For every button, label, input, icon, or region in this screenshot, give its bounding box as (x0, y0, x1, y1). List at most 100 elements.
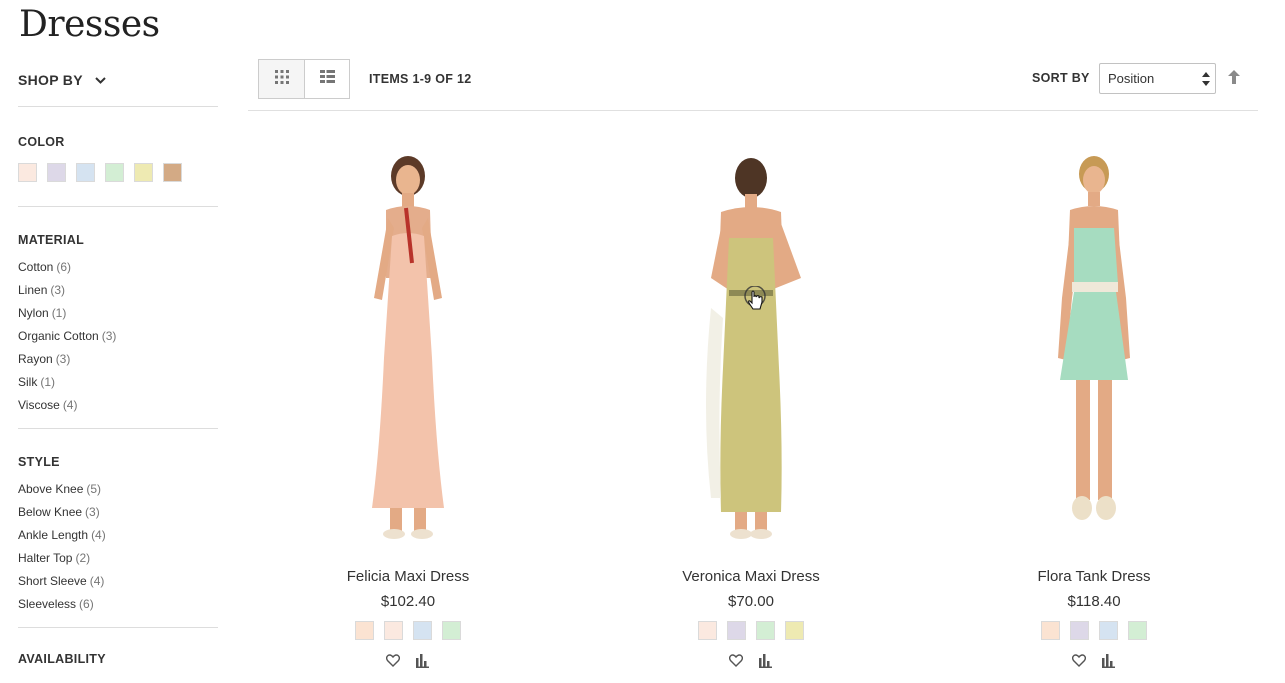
product-color-swatch[interactable] (1099, 621, 1118, 640)
filter-option-label: Organic Cotton (18, 329, 99, 343)
list-icon (319, 70, 335, 88)
color-swatch[interactable] (47, 163, 66, 182)
product-color-swatch[interactable] (1128, 621, 1147, 640)
product-color-swatch[interactable] (384, 621, 403, 640)
arrow-up-icon (1228, 69, 1240, 89)
filter-option[interactable]: Halter Top (2) (18, 547, 218, 570)
filter-title-style: STYLE (18, 455, 60, 469)
material-list: Cotton (6) Linen (3) Nylon (1) Organic Cotton(… (18, 256, 218, 417)
filter-option[interactable]: Linen (3) (18, 279, 218, 302)
color-swatch[interactable] (105, 163, 124, 182)
product-image[interactable] (944, 148, 1244, 548)
sort-by-select[interactable]: Position (1099, 63, 1216, 94)
product-color-swatch[interactable] (1041, 621, 1060, 640)
filter-option-count: (2) (75, 551, 91, 565)
bar-chart-icon[interactable] (1102, 654, 1116, 668)
filter-option-label: Silk (18, 375, 38, 389)
filter-title-color: COLOR (18, 135, 65, 149)
product-actions (258, 654, 558, 668)
color-swatch[interactable] (134, 163, 153, 182)
product-color-swatch[interactable] (355, 621, 374, 640)
bar-chart-icon[interactable] (759, 654, 773, 668)
filter-option-label: Ankle Length (18, 528, 89, 542)
filter-option[interactable]: Ankle Length (4) (18, 524, 218, 547)
view-mode-switcher (258, 59, 350, 99)
filter-option-count: (4) (89, 574, 105, 588)
sort-direction-button[interactable] (1227, 69, 1241, 89)
heart-icon[interactable] (386, 654, 400, 668)
filter-option-label: Viscose (18, 398, 60, 412)
sort-by-value: Position (1108, 71, 1155, 86)
filter-option-count: (1) (51, 306, 67, 320)
filter-option-label: Sleeveless (18, 597, 77, 611)
filter-option[interactable]: Sleeveless (6) (18, 593, 218, 616)
filter-option[interactable]: Above Knee (5) (18, 478, 218, 501)
filter-option-label: Above Knee (18, 482, 84, 496)
filter-option[interactable]: Short Sleeve (4) (18, 570, 218, 593)
product-actions (944, 654, 1244, 668)
divider (18, 206, 218, 207)
heart-icon[interactable] (729, 654, 743, 668)
filter-option[interactable]: Below Knee (3) (18, 501, 218, 524)
color-swatches (18, 163, 218, 182)
filter-option[interactable]: Viscose (4) (18, 394, 218, 417)
filter-option[interactable]: Nylon (1) (18, 302, 218, 325)
filter-option-count: (3) (85, 505, 100, 519)
color-swatch[interactable] (76, 163, 95, 182)
grid-icon (274, 69, 289, 89)
product-swatches (944, 621, 1244, 640)
product-name-link[interactable]: Felicia Maxi Dress (258, 568, 558, 585)
grid-view-button[interactable] (259, 60, 304, 98)
filter-option-label: Cotton (18, 260, 54, 274)
select-arrows-icon (1202, 72, 1210, 86)
filter-option-count: (1) (40, 375, 56, 389)
filter-option[interactable]: Cotton (6) (18, 256, 218, 279)
products-toolbar: ITEMS 1-9 OF 12 SORT BY Position (258, 59, 1258, 99)
divider (18, 428, 218, 429)
filter-option-label: Rayon (18, 352, 53, 366)
filter-title-availability[interactable]: AVAILABILITY (18, 652, 218, 666)
filter-option-count: (6) (56, 260, 72, 274)
divider (18, 106, 218, 107)
product-image[interactable] (258, 148, 558, 548)
filter-option-count: (4) (62, 398, 78, 412)
filter-option-label: Halter Top (18, 551, 73, 565)
product-color-swatch[interactable] (756, 621, 775, 640)
toolbar-amount: ITEMS 1-9 OF 12 (369, 72, 472, 86)
list-view-button[interactable] (304, 60, 349, 98)
product-color-swatch[interactable] (1070, 621, 1089, 640)
product-color-swatch[interactable] (442, 621, 461, 640)
dress-figure-short (1058, 156, 1130, 520)
product-price: $70.00 (728, 593, 774, 610)
divider (18, 627, 218, 628)
shop-by-toggle[interactable]: SHOP BY (18, 64, 218, 96)
product-swatches (601, 621, 901, 640)
heart-icon[interactable] (1072, 654, 1086, 668)
filter-option[interactable]: Rayon (3) (18, 348, 218, 371)
sort-by-label: SORT BY (1032, 71, 1090, 85)
filter-option[interactable]: Silk (1) (18, 371, 218, 394)
product-price: $118.40 (1067, 593, 1121, 610)
product-color-swatch[interactable] (727, 621, 746, 640)
filter-title-material: MATERIAL (18, 233, 85, 247)
product-color-swatch[interactable] (698, 621, 717, 640)
product-name-link[interactable]: Veronica Maxi Dress (601, 568, 901, 585)
filter-option-count: (6) (79, 597, 94, 611)
bar-chart-icon[interactable] (416, 654, 430, 668)
product-color-swatch[interactable] (785, 621, 804, 640)
chevron-down-icon (95, 74, 107, 86)
filter-option-label: Below Knee (18, 505, 83, 519)
color-swatch[interactable] (18, 163, 37, 182)
page-title: Dresses (19, 4, 160, 45)
dress-figure-back (706, 158, 801, 539)
product-name-link[interactable]: Flora Tank Dress (944, 568, 1244, 585)
product-color-swatch[interactable] (413, 621, 432, 640)
style-list: Above Knee (5) Below Knee (3) Ankle Length (4… (18, 478, 218, 616)
toolbar-divider (248, 110, 1258, 111)
product-image[interactable] (601, 148, 901, 548)
filter-option[interactable]: Organic Cotton (3) (18, 325, 218, 348)
filter-option-label: Nylon (18, 306, 49, 320)
shop-by-label: SHOP BY (18, 72, 83, 88)
color-swatch[interactable] (163, 163, 182, 182)
filter-option-label: Short Sleeve (18, 574, 87, 588)
